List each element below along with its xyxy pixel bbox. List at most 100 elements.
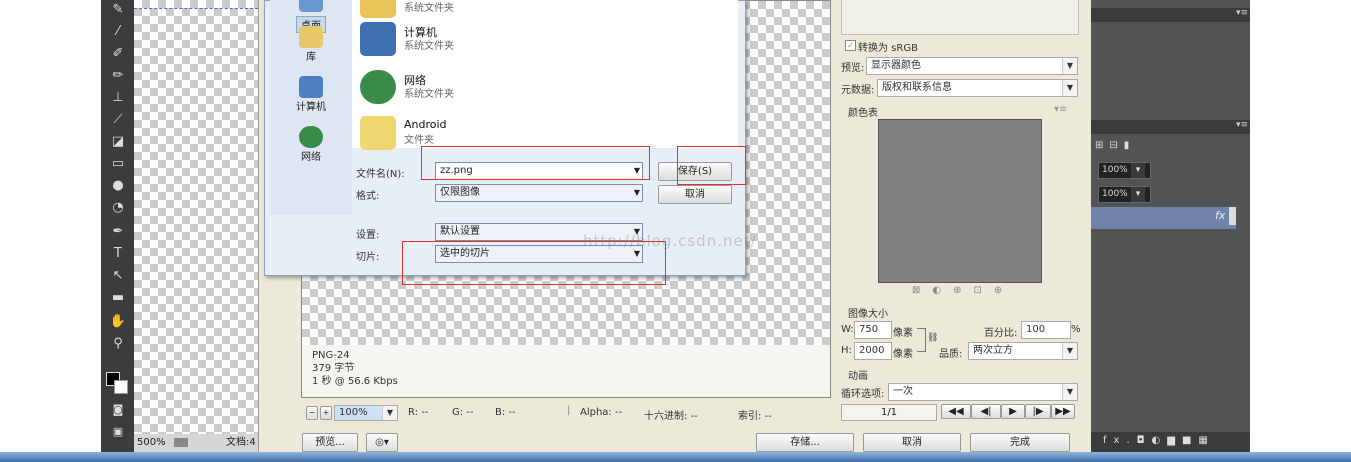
done-button[interactable]: 完成 [970, 433, 1070, 452]
document-status-bar: 500% 文档:4 [134, 434, 260, 452]
layer-footer-icons[interactable]: fx.◘◐▆■▦ [1103, 435, 1215, 446]
percent-label: 百分比: [984, 328, 1018, 339]
width-input[interactable]: 750 [854, 321, 892, 339]
height-input[interactable]: 2000 [854, 342, 892, 360]
tools-panel: ✎ ⁄ ✐ ✏ ⊥ ⟋ ◪ ▭ ● ◔ ✒ T ↖ ▬ ✋ ⚲ ◙ ▣ [101, 0, 134, 452]
network-icon [360, 70, 396, 104]
last-frame-icon[interactable]: ▶▶ [1051, 404, 1075, 419]
zoom-icon[interactable]: ⚲ [107, 334, 129, 354]
loop-select[interactable]: 一次 ▼ [888, 383, 1078, 401]
opacity-field[interactable]: 100% ▾ [1098, 162, 1151, 179]
panel-menu-icon[interactable]: ▾≡ [1236, 120, 1248, 130]
sfw-bottom-bar: − + 100% ▼ R: -- G: -- B: -- | Alpha: -- … [302, 405, 827, 423]
pencil-icon[interactable]: ✏ [107, 66, 129, 86]
b-readout: B: -- [495, 407, 516, 418]
convert-srgb-checkbox[interactable]: ✓ [845, 40, 856, 51]
places-bar: 桌面 库 计算机 网络 [270, 0, 352, 215]
color-table-swatches[interactable] [878, 119, 1042, 283]
stamp-icon[interactable]: ⊥ [107, 88, 129, 108]
frame-counter: 1/1 [841, 404, 937, 421]
hand-icon[interactable]: ✋ [107, 312, 129, 332]
eraser-icon[interactable]: ◪ [107, 132, 129, 152]
list-item[interactable]: 系统文件夹 [360, 0, 660, 22]
path-select-icon[interactable]: ↖ [107, 266, 129, 286]
link-icon[interactable]: ⛓ [927, 333, 938, 343]
format-select[interactable]: 仅限图像 ▼ [435, 184, 643, 202]
color-table-menu-icon[interactable]: ▾≡ [1054, 104, 1067, 115]
metadata-label: 元数据: [841, 85, 875, 96]
layers-footer: fx.◘◐▆■▦ [1091, 432, 1250, 452]
animation-controls[interactable]: ◀◀ ◀| ▶ |▶ ▶▶ [941, 404, 1075, 419]
computer-icon [299, 76, 323, 98]
width-label: W: [841, 324, 854, 335]
zoom-in-button[interactable]: + [320, 406, 332, 420]
highlight-save [677, 146, 746, 185]
quality-label: 品质: [939, 349, 963, 360]
percent-input[interactable]: 100 [1021, 321, 1071, 339]
quick-mask-icon[interactable]: ◙ [107, 400, 129, 420]
list-item[interactable]: 计算机 系统文件夹 [360, 20, 660, 60]
list-item[interactable]: 网络 系统文件夹 [360, 68, 660, 108]
zoom-out-button[interactable]: − [306, 406, 318, 420]
dodge-icon[interactable]: ◔ [107, 198, 129, 218]
cancel-file-button[interactable]: 取消 [658, 185, 732, 204]
layer-scrollbar[interactable] [1229, 207, 1236, 225]
browser-preview-button[interactable]: ◎▾ [366, 433, 398, 452]
screen-mode-icon[interactable]: ▣ [107, 422, 129, 442]
prev-frame-icon[interactable]: ◀| [971, 404, 1001, 419]
brush-icon[interactable]: ✎ [107, 0, 129, 20]
width-unit: 像素 [893, 328, 913, 339]
preview-select[interactable]: 显示器颜色 ▼ [866, 57, 1078, 75]
file-list[interactable]: 系统文件夹 计算机 系统文件夹 网络 系统文件夹 Android 文件夹 [352, 0, 738, 150]
place-library[interactable]: 库 [276, 26, 346, 63]
next-frame-icon[interactable]: |▶ [1025, 404, 1051, 419]
type-icon[interactable]: T [107, 244, 129, 264]
healing-icon[interactable]: ✐ [107, 44, 129, 64]
format-label: 格式: [356, 191, 380, 202]
gradient-icon[interactable]: ▭ [107, 154, 129, 174]
hex-readout: 十六进制: -- [644, 411, 698, 422]
document-canvas[interactable] [134, 0, 258, 434]
place-network[interactable]: 网络 [276, 126, 346, 163]
optimization-info: PNG-24 379 字节 1 秒 @ 56.6 Kbps [301, 345, 831, 398]
background-color-swatch[interactable] [114, 380, 128, 394]
blur-icon[interactable]: ● [107, 176, 129, 196]
metadata-select[interactable]: 版权和联系信息 ▼ [877, 79, 1078, 97]
color-table-icons[interactable]: ⊠◐⊕⊡⊕ [912, 285, 1042, 297]
ps-panels: ▾≡ ▾≡ ⊞⊟▮ fx fx.◘◐▆■▦ [1091, 0, 1250, 452]
lock-icons[interactable]: ⊞⊟▮ [1095, 140, 1135, 151]
constrain-bracket [917, 328, 926, 352]
alpha-readout: Alpha: -- [580, 407, 623, 418]
zoom-level[interactable]: 500% [137, 434, 166, 452]
slices-label: 切片: [356, 252, 380, 263]
network-icon [299, 126, 323, 148]
info-format: PNG-24 [312, 350, 350, 361]
desktop-icon [299, 0, 323, 12]
history-brush-icon[interactable]: ⟋ [107, 110, 129, 130]
g-readout: G: -- [452, 407, 474, 418]
preview-label: 预览: [841, 63, 865, 74]
index-readout: 索引: -- [738, 411, 772, 422]
filename-label: 文件名(N): [356, 169, 405, 180]
quality-select[interactable]: 两次立方 ▼ [968, 342, 1078, 360]
fill-field[interactable]: 100% ▾ [1098, 186, 1151, 203]
r-readout: R: -- [408, 407, 429, 418]
place-computer[interactable]: 计算机 [276, 76, 346, 113]
separator: | [567, 405, 571, 416]
play-icon[interactable]: ▶ [1001, 404, 1025, 419]
eyedropper-icon[interactable]: ⁄ [107, 22, 129, 42]
animation-title: 动画 [848, 371, 868, 382]
pen-icon[interactable]: ✒ [107, 222, 129, 242]
panel-menu-icon[interactable]: ▾≡ [1236, 8, 1248, 18]
layer-fx-icon[interactable]: fx [1215, 209, 1225, 222]
first-frame-icon[interactable]: ◀◀ [941, 404, 971, 419]
save-button-main[interactable]: 存储... [756, 433, 854, 452]
cancel-button-main[interactable]: 取消 [863, 433, 961, 452]
folder-icon [360, 0, 396, 18]
zoom-select[interactable]: 100% ▼ [334, 405, 398, 421]
computer-icon [360, 22, 396, 56]
rectangle-icon[interactable]: ▬ [107, 288, 129, 308]
settings-box [841, 0, 1079, 35]
layers-panel-header [1091, 120, 1250, 134]
preview-button[interactable]: 预览... [302, 433, 358, 452]
